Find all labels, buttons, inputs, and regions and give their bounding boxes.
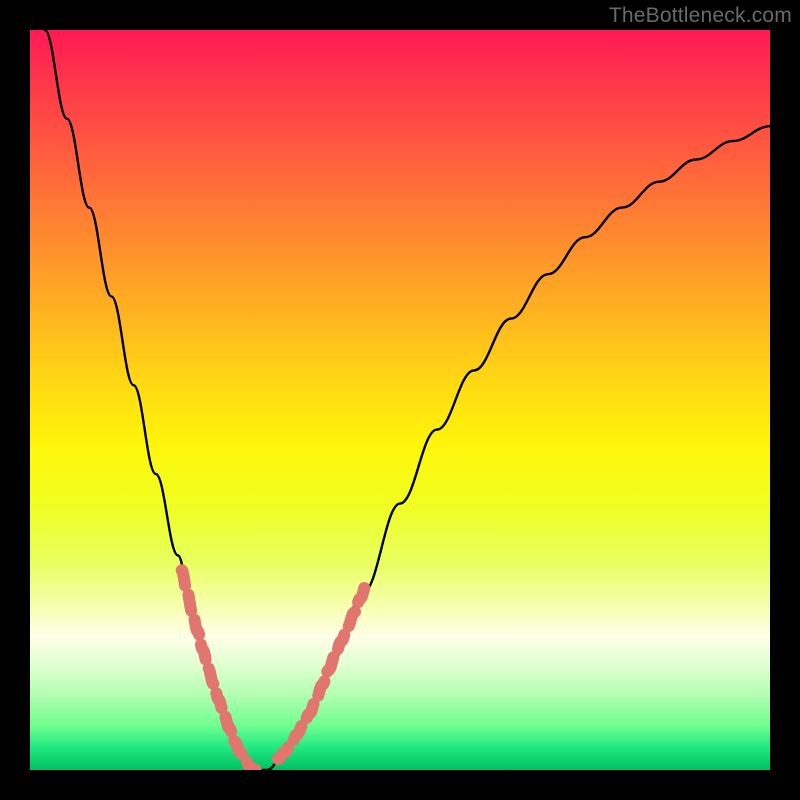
curve-group [45, 30, 770, 770]
right-highlight-segment [278, 584, 367, 759]
left-highlight-segment [182, 570, 256, 770]
chart-svg [30, 30, 770, 770]
bottleneck-curve [45, 30, 770, 770]
plot-area [30, 30, 770, 770]
outer-frame: TheBottleneck.com [0, 0, 800, 800]
watermark-text: TheBottleneck.com [609, 4, 792, 28]
